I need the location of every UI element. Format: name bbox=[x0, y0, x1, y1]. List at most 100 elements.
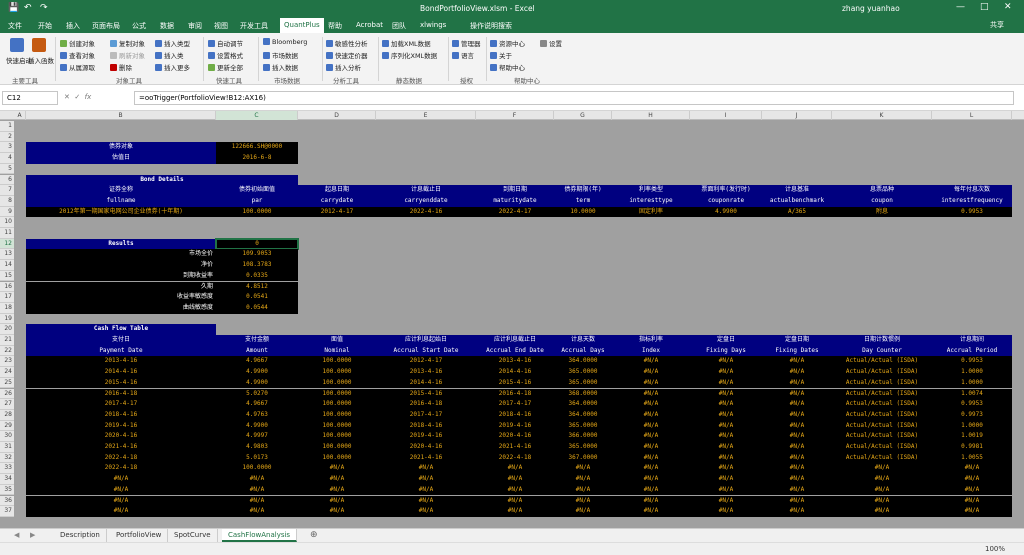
cash-flow-cell[interactable]: #N/A bbox=[690, 367, 762, 378]
cash-flow-cell[interactable]: 2017-4-17 bbox=[476, 399, 554, 410]
cash-flow-cell[interactable]: 0.9981 bbox=[932, 442, 1012, 453]
bond-details-title[interactable]: Bond Details bbox=[26, 174, 298, 186]
bond-detail-cn-header[interactable]: 利率类型 bbox=[612, 185, 690, 196]
row-header-9[interactable]: 9 bbox=[0, 206, 14, 218]
save-icon[interactable]: 💾 bbox=[8, 3, 19, 13]
cash-flow-cell[interactable]: 100.0000 bbox=[298, 442, 376, 453]
close-icon[interactable]: ✕ bbox=[1004, 2, 1012, 12]
ribbon-tab-7[interactable]: 视图 bbox=[214, 21, 228, 31]
cash-flow-cell[interactable]: #N/A bbox=[762, 388, 832, 400]
cash-flow-cell[interactable]: 4.9997 bbox=[216, 431, 298, 442]
ribbon-help-center[interactable]: 帮助中心 bbox=[490, 62, 525, 72]
cash-flow-en-header[interactable]: Accrual Days bbox=[554, 345, 612, 357]
cash-flow-cell[interactable]: #N/A bbox=[612, 367, 690, 378]
cash-flow-cell[interactable]: #N/A bbox=[762, 474, 832, 485]
cash-flow-cell[interactable]: 2019-4-16 bbox=[376, 431, 476, 442]
row-header-31[interactable]: 31 bbox=[0, 442, 14, 453]
ribbon-tab-5[interactable]: 数据 bbox=[160, 21, 174, 31]
row-header-26[interactable]: 26 bbox=[0, 388, 14, 400]
cash-flow-cell[interactable]: #N/A bbox=[554, 495, 612, 507]
cash-flow-cell[interactable]: #N/A bbox=[690, 442, 762, 453]
row-header-5[interactable]: 5 bbox=[0, 163, 14, 175]
bond-detail-value[interactable]: A/365 bbox=[762, 206, 832, 218]
ribbon-update-all[interactable]: 更新全部 bbox=[208, 62, 243, 72]
ribbon-tab-8[interactable]: 开发工具 bbox=[240, 21, 268, 31]
cash-flow-en-header[interactable]: Accrual Period bbox=[932, 345, 1012, 357]
cash-flow-cell[interactable]: #N/A bbox=[612, 484, 690, 496]
row-header-7[interactable]: 7 bbox=[0, 185, 14, 196]
ribbon-tab-13[interactable]: xlwings bbox=[420, 21, 446, 29]
cash-flow-cell[interactable]: 2020-4-16 bbox=[476, 431, 554, 442]
cash-flow-cell[interactable]: #N/A bbox=[690, 474, 762, 485]
cash-flow-cell[interactable]: #N/A bbox=[612, 420, 690, 432]
ribbon-resource-center[interactable]: 资源中心 bbox=[490, 38, 525, 48]
cash-flow-cell[interactable]: #N/A bbox=[690, 399, 762, 410]
ribbon-tab-12[interactable]: 团队 bbox=[392, 21, 406, 31]
cash-flow-cell[interactable]: 4.9803 bbox=[216, 442, 298, 453]
cash-flow-cell[interactable]: 2018-4-16 bbox=[476, 409, 554, 421]
cash-flow-cell[interactable]: #N/A bbox=[932, 484, 1012, 496]
bond-detail-value[interactable]: 附息 bbox=[832, 206, 932, 218]
cash-flow-cell[interactable]: Actual/Actual (ISDA) bbox=[832, 409, 932, 421]
sheet-tab-2[interactable]: SpotCurve bbox=[168, 529, 218, 542]
cash-flow-cell[interactable]: #N/A bbox=[216, 484, 298, 496]
row-header-37[interactable]: 37 bbox=[0, 506, 14, 517]
cash-flow-cell[interactable]: #N/A bbox=[612, 452, 690, 464]
cash-flow-en-header[interactable]: Fixing Dates bbox=[762, 345, 832, 357]
result-value[interactable]: 108.3783 bbox=[216, 260, 298, 271]
cash-flow-cell[interactable]: #N/A bbox=[376, 495, 476, 507]
bond-detail-cn-header[interactable]: 起息日期 bbox=[298, 185, 376, 196]
cash-flow-cell[interactable]: 2022-4-18 bbox=[26, 463, 216, 475]
row-header-16[interactable]: 16 bbox=[0, 281, 14, 293]
column-header-K[interactable]: K bbox=[832, 111, 932, 120]
row-header-22[interactable]: 22 bbox=[0, 345, 14, 357]
ribbon-set-format[interactable]: 设置格式 bbox=[208, 50, 243, 60]
sheet-tab-3[interactable]: CashFlowAnalysis bbox=[222, 529, 298, 542]
result-label[interactable]: 收益率敏感度 bbox=[26, 292, 216, 303]
row-header-14[interactable]: 14 bbox=[0, 260, 14, 271]
cash-flow-cell[interactable]: #N/A bbox=[376, 474, 476, 485]
ribbon-copy-object[interactable]: 复制对象 bbox=[110, 38, 145, 48]
cash-flow-cn-header[interactable]: 应计利息截止日 bbox=[476, 335, 554, 346]
cash-flow-cell[interactable]: #N/A bbox=[554, 474, 612, 485]
cash-flow-cell[interactable]: #N/A bbox=[612, 506, 690, 517]
bond-detail-cn-header[interactable]: 计息截止日 bbox=[376, 185, 476, 196]
cash-flow-en-header[interactable]: Index bbox=[612, 345, 690, 357]
result-value[interactable]: 0.0544 bbox=[216, 302, 298, 314]
row-header-19[interactable]: 19 bbox=[0, 313, 14, 325]
cash-flow-cell[interactable]: Actual/Actual (ISDA) bbox=[832, 377, 932, 389]
ribbon-sensitivity-analysis[interactable]: 敏感性分析 bbox=[326, 38, 368, 48]
cash-flow-cell[interactable]: #N/A bbox=[476, 495, 554, 507]
bond-detail-cn-header[interactable]: 债券初始面值 bbox=[216, 185, 298, 196]
row-header-12[interactable]: 12 bbox=[0, 238, 14, 250]
row-header-24[interactable]: 24 bbox=[0, 367, 14, 378]
bond-object-value[interactable]: 122666.SH@0000 bbox=[216, 142, 298, 154]
cash-flow-cell[interactable]: #N/A bbox=[690, 388, 762, 400]
cash-flow-cell[interactable]: 2022-4-18 bbox=[26, 452, 216, 464]
cash-flow-cn-header[interactable]: 计息天数 bbox=[554, 335, 612, 346]
cash-flow-cell[interactable]: 365.0000 bbox=[554, 367, 612, 378]
cash-flow-cell[interactable]: #N/A bbox=[476, 506, 554, 517]
cash-flow-cell[interactable]: #N/A bbox=[376, 463, 476, 475]
cash-flow-en-header[interactable]: Amount bbox=[216, 345, 298, 357]
cash-flow-cell[interactable]: 2017-4-17 bbox=[26, 399, 216, 410]
row-header-17[interactable]: 17 bbox=[0, 292, 14, 303]
cash-flow-cell[interactable]: 2019-4-16 bbox=[476, 420, 554, 432]
cash-flow-cell[interactable]: 2021-4-16 bbox=[26, 442, 216, 453]
bond-detail-en-header[interactable]: carrydate bbox=[298, 195, 376, 207]
row-header-23[interactable]: 23 bbox=[0, 356, 14, 368]
cash-flow-cell[interactable]: Actual/Actual (ISDA) bbox=[832, 452, 932, 464]
column-header-G[interactable]: G bbox=[554, 111, 612, 120]
row-header-21[interactable]: 21 bbox=[0, 335, 14, 346]
cash-flow-cell[interactable]: 1.0000 bbox=[932, 367, 1012, 378]
ribbon-market-data[interactable]: 市场数据 bbox=[263, 50, 298, 60]
cash-flow-cell[interactable]: 368.0000 bbox=[554, 388, 612, 400]
cash-flow-cell[interactable]: 364.0000 bbox=[554, 409, 612, 421]
cash-flow-cell[interactable]: 2017-4-17 bbox=[376, 409, 476, 421]
result-value[interactable]: 0.0541 bbox=[216, 292, 298, 303]
column-header-D[interactable]: D bbox=[298, 111, 376, 120]
cash-flow-cell[interactable]: Actual/Actual (ISDA) bbox=[832, 356, 932, 368]
cash-flow-cell[interactable]: #N/A bbox=[376, 506, 476, 517]
bond-detail-cn-header[interactable]: 计息基准 bbox=[762, 185, 832, 196]
ribbon-create-object[interactable]: 创建对象 bbox=[60, 38, 95, 48]
